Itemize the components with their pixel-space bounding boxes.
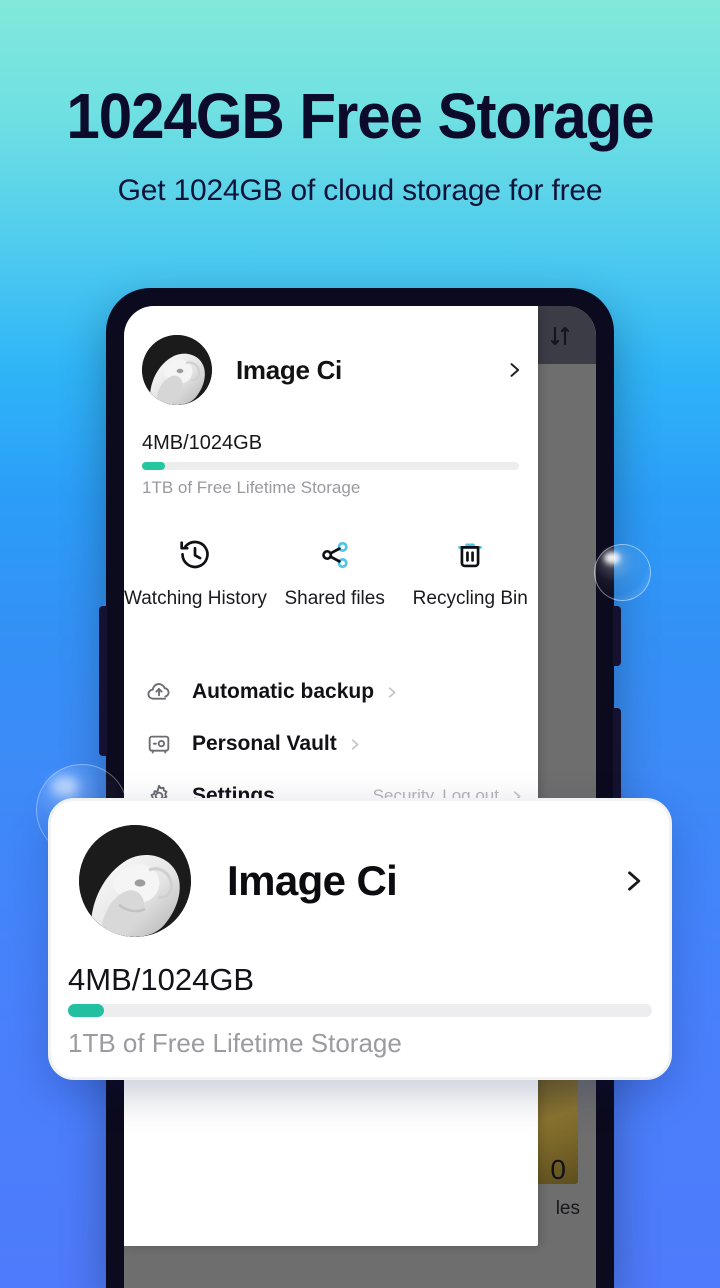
page-subtitle: Get 1024GB of cloud storage for free (117, 174, 603, 207)
phone-volume-button-right[interactable] (613, 708, 621, 804)
storage-progress-fill (68, 1004, 105, 1017)
page-title: 1024GB Free Storage (66, 80, 654, 152)
menu-item-label: Personal Vault (192, 732, 337, 755)
sort-arrows-icon[interactable] (548, 324, 572, 348)
menu-item-personal-vault[interactable]: Personal Vault (124, 718, 538, 770)
chevron-right-icon[interactable] (384, 685, 399, 700)
marble-statue-avatar-icon (79, 825, 191, 937)
storage-progress-bar (142, 462, 519, 470)
chevron-right-icon[interactable] (504, 360, 524, 380)
phone-power-button[interactable] (613, 606, 621, 666)
history-clock-icon (180, 540, 210, 569)
profile-name: Image Ci (236, 354, 342, 385)
quick-action-label: Shared files (284, 588, 385, 609)
profile-row[interactable]: Image Ci (142, 326, 524, 414)
profile-name: Image Ci (227, 857, 398, 904)
phone-screen: 0 les Image Ci 4MB/1024GB 1TB of Free Li… (124, 306, 596, 1288)
phone-volume-button-left[interactable] (99, 606, 107, 756)
quick-actions-row: Watching History Shared files Recycling … (124, 538, 538, 610)
phone-mockup: 0 les Image Ci 4MB/1024GB 1TB of Free Li… (99, 288, 621, 1288)
share-nodes-icon (321, 541, 348, 569)
quick-action-recycling-bin[interactable]: Recycling Bin (402, 538, 538, 610)
menu-item-label: Automatic backup (192, 680, 375, 703)
quick-action-watching-history[interactable]: Watching History (124, 538, 267, 610)
chevron-right-icon[interactable] (347, 737, 362, 752)
avatar[interactable] (79, 825, 191, 937)
marble-statue-avatar-icon (142, 335, 212, 405)
chevron-right-icon[interactable] (619, 867, 647, 895)
storage-note: 1TB of Free Lifetime Storage (68, 1028, 402, 1058)
vault-safe-icon (148, 735, 170, 754)
quick-action-label: Watching History (124, 588, 267, 609)
cloud-upload-icon (147, 683, 170, 700)
promo-header: 1024GB Free Storage Get 1024GB of cloud … (0, 84, 720, 208)
storage-progress-bar (68, 1004, 652, 1017)
file-count: 0 (550, 1154, 566, 1185)
avatar[interactable] (142, 335, 212, 405)
storage-note: 1TB of Free Lifetime Storage (142, 478, 361, 497)
storage-usage-text: 4MB/1024GB (68, 962, 255, 997)
quick-action-shared-files[interactable]: Shared files (267, 538, 403, 610)
menu-item-automatic-backup[interactable]: Automatic backup (124, 666, 538, 718)
callout-profile-row[interactable]: Image Ci (79, 825, 647, 937)
file-label: les (555, 1198, 580, 1219)
storage-progress-fill (142, 462, 166, 470)
trash-bin-icon (458, 543, 483, 568)
storage-usage-text: 4MB/1024GB (142, 432, 263, 454)
profile-sheet: Image Ci 4MB/1024GB 1TB of Free Lifetime… (124, 306, 538, 1246)
quick-action-label: Recycling Bin (412, 588, 528, 609)
